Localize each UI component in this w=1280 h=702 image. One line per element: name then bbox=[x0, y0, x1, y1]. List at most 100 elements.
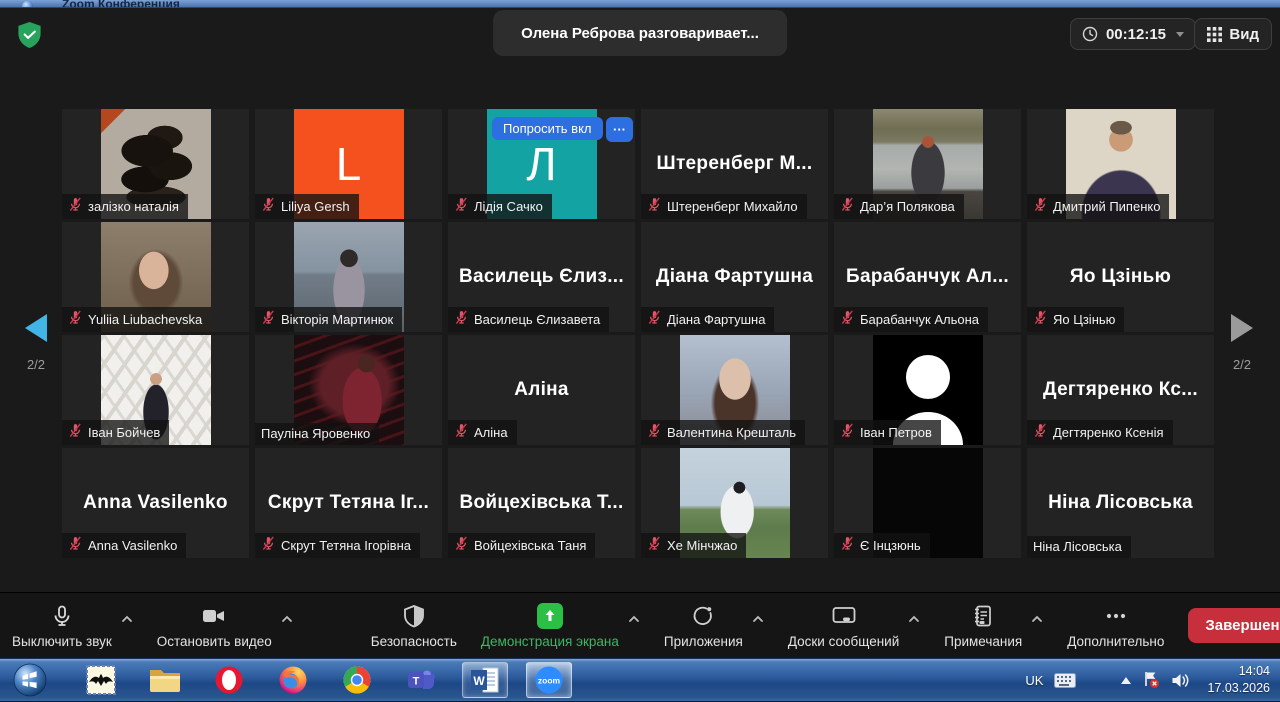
mic-muted-icon bbox=[261, 197, 276, 215]
participant-tile[interactable]: Войцехівська Т... Войцехівська Таня bbox=[448, 448, 635, 558]
participant-tile[interactable]: Дар’я Полякова bbox=[834, 109, 1021, 219]
volume-icon[interactable] bbox=[1171, 672, 1190, 689]
participant-tile[interactable]: Василець Єлиз... Василець Єлизавета bbox=[448, 222, 635, 332]
participant-tile[interactable]: Яо Цзінью Яо Цзінью bbox=[1027, 222, 1214, 332]
chevron-up-icon bbox=[752, 615, 764, 623]
participant-more-button[interactable]: ··· bbox=[606, 117, 633, 142]
participant-tile[interactable]: Anna Vasilenko Anna Vasilenko bbox=[62, 448, 249, 558]
grid-view-icon bbox=[1207, 27, 1222, 42]
toolbar-button-notes[interactable]: Примечания bbox=[944, 593, 1022, 649]
participant-tile[interactable]: Штеренберг М... Штеренберг Михайло bbox=[641, 109, 828, 219]
toolbar-button-apps[interactable]: Приложения bbox=[664, 593, 743, 649]
participant-name-text: Діана Фартушна bbox=[667, 312, 765, 327]
toolbar-submenu-chevron[interactable] bbox=[121, 610, 133, 628]
toolbar-submenu-chevron[interactable] bbox=[752, 610, 764, 628]
toolbar-button-camera[interactable]: Остановить видео bbox=[157, 593, 272, 649]
teams-icon: T bbox=[406, 665, 436, 695]
participant-name-text: Яо Цзінью bbox=[1053, 312, 1115, 327]
participant-name-label: Іван Петров bbox=[834, 420, 941, 445]
participant-name-text: Войцехівська Таня bbox=[474, 538, 586, 553]
toolbar-submenu-chevron[interactable] bbox=[908, 610, 920, 628]
participant-name-label: Скрут Тетяна Ігорівна bbox=[255, 533, 420, 558]
participant-tile[interactable]: Ніна Лісовська Ніна Лісовська bbox=[1027, 448, 1214, 558]
toolbar-submenu-chevron[interactable] bbox=[1031, 610, 1043, 628]
participant-tile[interactable]: Іван Петров bbox=[834, 335, 1021, 445]
participant-tile[interactable]: Діана Фартушна Діана Фартушна bbox=[641, 222, 828, 332]
toolbar-button-label: Доски сообщений bbox=[788, 634, 899, 649]
participant-name-label: Іван Бойчев bbox=[62, 420, 169, 445]
participant-tile[interactable]: L Liliya Gersh bbox=[255, 109, 442, 219]
participant-name-label: Яо Цзінью bbox=[1027, 307, 1124, 332]
page-indicator: 2/2 bbox=[1218, 357, 1266, 372]
toolbar-submenu-chevron[interactable] bbox=[628, 610, 640, 628]
taskbar-clock[interactable]: 14:04 17.03.2026 bbox=[1207, 663, 1270, 698]
toolbar-button-shield[interactable]: Безопасность bbox=[371, 593, 457, 649]
view-button[interactable]: Вид bbox=[1194, 18, 1272, 50]
participant-name-text: Валентина Крешталь bbox=[667, 425, 796, 440]
toolbar-button-label: Демонстрация экрана bbox=[481, 634, 619, 649]
security-icon bbox=[402, 604, 426, 628]
participant-tile[interactable]: Пауліна Яровенко bbox=[255, 335, 442, 445]
keyboard-icon[interactable] bbox=[1054, 673, 1076, 688]
taskbar-zoom-button[interactable]: zoom bbox=[526, 662, 572, 698]
ask-unmute-button[interactable]: Попросить вкл bbox=[492, 117, 603, 140]
file-explorer-icon bbox=[149, 667, 181, 693]
participant-tile[interactable]: Іван Бойчев bbox=[62, 335, 249, 445]
toolbar-button-label: Безопасность bbox=[371, 634, 457, 649]
svg-text:W: W bbox=[473, 674, 485, 688]
participant-tile[interactable]: Л Попросить вкл ··· Лідія Сачко bbox=[448, 109, 635, 219]
taskbar-time: 14:04 bbox=[1207, 663, 1270, 681]
meeting-timer[interactable]: 00:12:15 bbox=[1070, 18, 1196, 50]
participants-grid: залізко наталія L Liliya Gersh Л Попроси… bbox=[62, 109, 1214, 558]
mic-muted-icon bbox=[840, 423, 855, 441]
show-hidden-icons-button[interactable] bbox=[1121, 677, 1131, 684]
toolbar-item: Примечания bbox=[944, 593, 1043, 649]
participant-tile[interactable]: Валентина Крешталь bbox=[641, 335, 828, 445]
meeting-security-badge[interactable] bbox=[17, 21, 42, 54]
previous-page-button[interactable]: 2/2 bbox=[12, 314, 60, 372]
taskbar-explorer-button[interactable] bbox=[142, 662, 188, 698]
mic-muted-icon bbox=[68, 536, 83, 554]
participant-tile[interactable]: Хе Мінчжао bbox=[641, 448, 828, 558]
participant-tile[interactable]: Дегтяренко Кс... Дегтяренко Ксенія bbox=[1027, 335, 1214, 445]
participant-tile[interactable]: Є Інцзюнь bbox=[834, 448, 1021, 558]
toolbar-item: Безопасность bbox=[371, 593, 457, 649]
participant-tile[interactable]: Yuliia Liubachevska bbox=[62, 222, 249, 332]
toolbar-button-more[interactable]: Дополнительно bbox=[1067, 593, 1164, 649]
participant-name-text: Барабанчук Альона bbox=[860, 312, 979, 327]
taskbar-chrome-button[interactable] bbox=[334, 662, 380, 698]
taskbar-start-button[interactable] bbox=[6, 662, 54, 698]
taskbar-firefox-button[interactable] bbox=[270, 662, 316, 698]
share-screen-icon bbox=[537, 603, 563, 629]
svg-text:zoom: zoom bbox=[538, 676, 561, 686]
next-page-button[interactable]: 2/2 bbox=[1218, 314, 1266, 372]
taskbar-word-button[interactable]: W bbox=[462, 662, 508, 698]
end-meeting-button[interactable]: Завершение bbox=[1188, 608, 1280, 643]
chevron-up-icon bbox=[121, 615, 133, 623]
participant-tile[interactable]: Аліна Аліна bbox=[448, 335, 635, 445]
taskbar-teams-button[interactable]: T bbox=[398, 662, 444, 698]
toolbar-button-mic[interactable]: Выключить звук bbox=[12, 593, 112, 649]
chevron-down-icon[interactable] bbox=[1176, 32, 1184, 37]
taskbar-opera-button[interactable] bbox=[206, 662, 252, 698]
meeting-header: Олена Реброва разговаривает... 00:12:15 … bbox=[0, 8, 1280, 60]
arrow-right-icon[interactable] bbox=[1231, 314, 1253, 342]
toolbar-item: Выключить звук bbox=[12, 593, 133, 649]
toolbar-items: Выключить звук Остановить видео Безопаснос… bbox=[12, 593, 1188, 649]
participant-tile[interactable]: Скрут Тетяна Іг... Скрут Тетяна Ігорівна bbox=[255, 448, 442, 558]
firefox-icon bbox=[278, 665, 308, 695]
arrow-left-icon[interactable] bbox=[25, 314, 47, 342]
toolbar-submenu-chevron[interactable] bbox=[281, 610, 293, 628]
participant-name-text: Yuliia Liubachevska bbox=[88, 312, 202, 327]
taskbar-the-bat-button[interactable] bbox=[78, 662, 124, 698]
toolbar-button-share[interactable]: Демонстрация экрана bbox=[481, 593, 619, 649]
action-center-flag-icon[interactable] bbox=[1142, 671, 1160, 689]
participant-tile[interactable]: залізко наталія bbox=[62, 109, 249, 219]
participant-tile[interactable]: Барабанчук Ал... Барабанчук Альона bbox=[834, 222, 1021, 332]
participant-tile[interactable]: Вікторія Мартинюк bbox=[255, 222, 442, 332]
participant-name-label: залізко наталія bbox=[62, 194, 188, 219]
participant-tile[interactable]: Дмитрий Пипенко bbox=[1027, 109, 1214, 219]
more-icon bbox=[1103, 604, 1129, 628]
language-indicator[interactable]: UK bbox=[1025, 673, 1043, 688]
toolbar-button-whiteboard[interactable]: Доски сообщений bbox=[788, 593, 899, 649]
